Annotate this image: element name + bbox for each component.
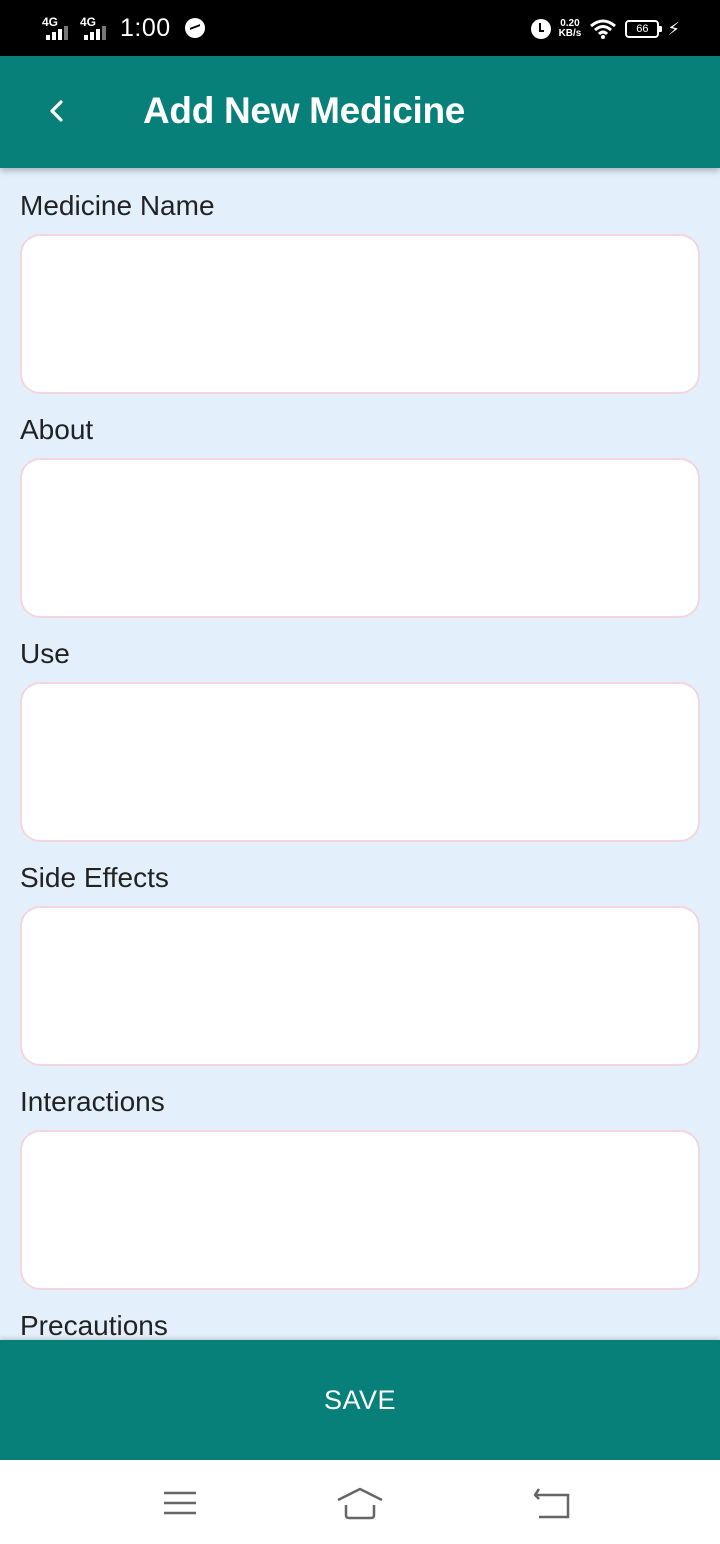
status-left: 4G 4G 1:00 — [42, 12, 205, 44]
field-label: Precautions — [20, 1310, 168, 1340]
status-right: 0.20 KB/s 66 ⚡ — [530, 14, 680, 44]
field-medicine-name: Medicine Name — [20, 186, 700, 394]
medicine-name-input[interactable] — [20, 234, 700, 394]
medicine-form: Medicine Name About Use Side Effects Int… — [0, 168, 720, 1340]
signal-icon: 4G — [80, 14, 112, 42]
signal-icon: 4G — [42, 14, 74, 42]
back-button[interactable] — [34, 88, 80, 134]
about-input[interactable] — [20, 458, 700, 618]
battery-level: 66 — [636, 23, 649, 35]
field-side-effects: Side Effects — [20, 858, 700, 1066]
status-bar: 4G 4G 1:00 0.20 KB/s 66 ⚡ — [0, 0, 720, 56]
battery-icon: 66 — [625, 20, 663, 38]
menu-icon — [164, 1491, 196, 1515]
field-about: About — [20, 410, 700, 618]
field-label: Side Effects — [20, 862, 169, 893]
field-precautions: Precautions — [20, 1306, 700, 1340]
save-button[interactable]: SAVE — [0, 1340, 720, 1460]
messenger-icon — [184, 18, 205, 38]
use-input[interactable] — [20, 682, 700, 842]
back-icon — [533, 1488, 570, 1519]
nav-back-button[interactable] — [520, 1478, 580, 1528]
nav-menu-button[interactable] — [150, 1478, 210, 1528]
nav-home-button[interactable] — [330, 1478, 390, 1528]
field-interactions: Interactions — [20, 1082, 700, 1290]
field-label: Use — [20, 638, 70, 669]
field-label: Medicine Name — [20, 190, 215, 221]
speed-unit: KB/s — [558, 28, 582, 39]
home-icon — [337, 1487, 383, 1520]
page-title: Add New Medicine — [143, 90, 466, 131]
field-label: About — [20, 414, 94, 445]
interactions-input[interactable] — [20, 1130, 700, 1290]
chevron-left-icon — [50, 100, 63, 122]
charging-icon: ⚡ — [667, 18, 680, 39]
app-bar: Add New Medicine — [0, 56, 720, 168]
alarm-icon — [530, 19, 551, 39]
field-label: Interactions — [20, 1086, 165, 1117]
status-time: 1:00 — [120, 13, 171, 42]
system-nav-bar — [0, 1460, 720, 1544]
wifi-icon — [590, 19, 617, 39]
network-speed: 0.20 KB/s — [559, 19, 582, 39]
side-effects-input[interactable] — [20, 906, 700, 1066]
field-use: Use — [20, 634, 700, 842]
